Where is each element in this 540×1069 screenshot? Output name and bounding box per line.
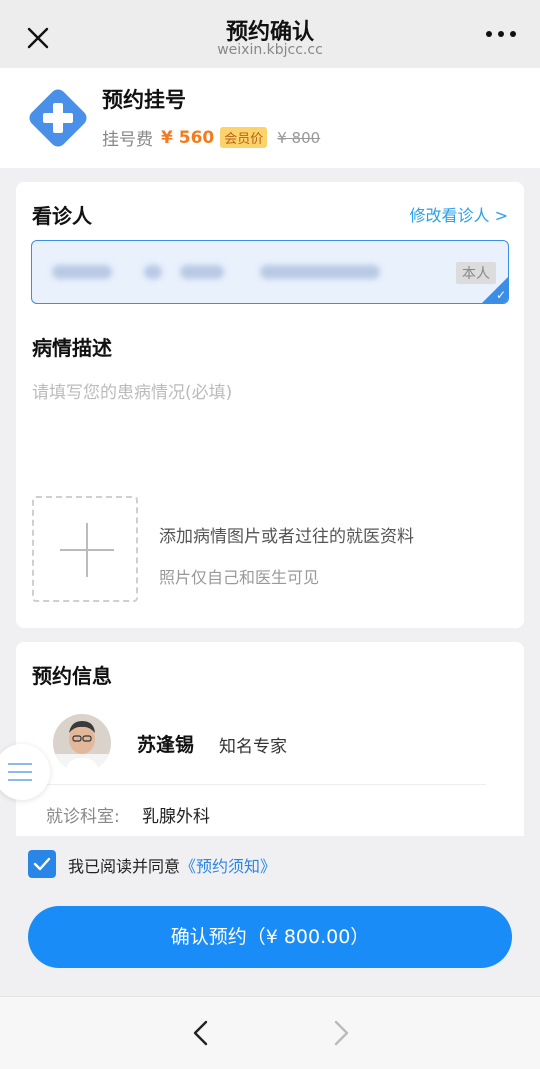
upload-hint: 添加病情图片或者过往的就医资料 [159, 527, 414, 547]
fee-label: 挂号费 [102, 130, 153, 150]
patient-card: 看诊人 修改看诊人 > 本人 ✓ 病情描述 请填写您的患病情况(必填) 添加病情… [16, 182, 524, 628]
bottom-actions: 我已阅读并同意《预约须知》 确认预约（¥ 800.00） [0, 836, 540, 996]
appointment-card: 预约信息 苏逢锡 知名专家 就诊科室: 乳腺外科 [16, 642, 524, 838]
medical-cross-icon [26, 86, 90, 150]
patient-name-redacted [52, 265, 112, 279]
member-badge: 会员价 [220, 127, 268, 148]
back-arrow-icon[interactable] [186, 1017, 216, 1049]
fee-row: 挂号费 ¥ 560 会员价 ¥ 800 [102, 125, 320, 150]
patient-phone-redacted [260, 265, 380, 279]
doctor-name: 苏逢锡 [137, 734, 195, 756]
divider [46, 784, 486, 785]
agreement-link[interactable]: 《预约须知》 [180, 857, 276, 876]
original-price: ¥ 800 [277, 128, 321, 147]
nav-bar: 预约确认 weixin.kbjcc.cc [0, 0, 540, 68]
member-price: ¥ 560 [161, 127, 215, 148]
agreement-text: 我已阅读并同意《预约须知》 [68, 853, 276, 877]
upload-note: 照片仅自己和医生可见 [159, 568, 320, 587]
selected-patient[interactable]: 本人 ✓ [31, 240, 509, 304]
agreement-label: 我已阅读并同意 [68, 857, 181, 876]
confirm-button[interactable]: 确认预约（¥ 800.00） [28, 906, 512, 968]
more-icon[interactable] [486, 24, 516, 44]
upload-image-button[interactable] [32, 496, 138, 602]
agree-checkbox[interactable] [28, 850, 56, 878]
condition-input[interactable]: 请填写您的患病情况(必填) [32, 378, 232, 403]
service-header: 预约挂号 挂号费 ¥ 560 会员价 ¥ 800 [0, 68, 540, 168]
patient-section-title: 看诊人 [32, 204, 92, 228]
patient-age-redacted [180, 265, 224, 279]
appointment-section-title: 预约信息 [32, 664, 112, 688]
service-name: 预约挂号 [102, 88, 186, 112]
forward-arrow-icon[interactable] [326, 1017, 356, 1049]
department-value: 乳腺外科 [142, 807, 210, 827]
department-label: 就诊科室: [46, 807, 120, 827]
doctor-avatar [53, 714, 111, 772]
edit-patient-link[interactable]: 修改看诊人 > [410, 202, 509, 226]
doctor-title: 知名专家 [219, 737, 287, 757]
page-domain: weixin.kbjcc.cc [217, 42, 323, 58]
patient-gender-redacted [144, 265, 162, 279]
check-icon: ✓ [495, 288, 506, 302]
condition-section-title: 病情描述 [32, 336, 112, 360]
browser-toolbar [0, 996, 540, 1069]
